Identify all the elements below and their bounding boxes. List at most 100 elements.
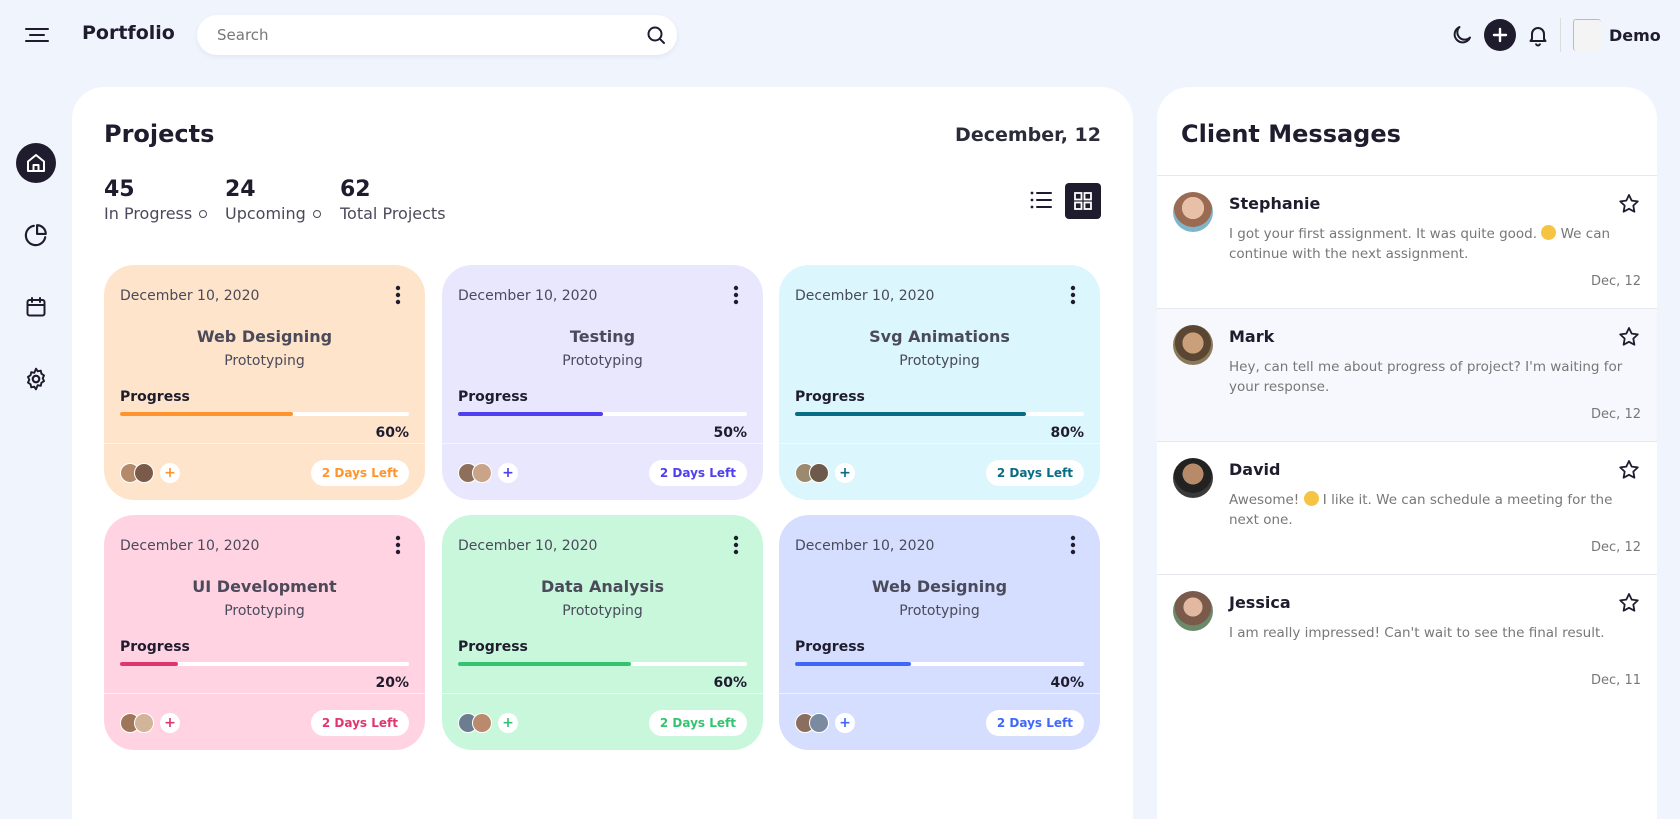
days-left-badge: 2 Days Left [310, 710, 409, 736]
add-participant-button[interactable]: + [835, 463, 855, 483]
header-divider [1560, 18, 1561, 52]
card-subtitle: Prototyping [562, 353, 643, 369]
list-icon [1030, 191, 1052, 209]
grid-view-button[interactable] [1065, 183, 1101, 219]
stat-in-progress: 45 In Progress [104, 177, 208, 223]
message-text: I got your first assignment. It was quit… [1229, 226, 1538, 242]
notification-bell-icon[interactable] [1522, 19, 1554, 51]
participants: + [120, 713, 180, 733]
progress-track [795, 412, 1084, 416]
menu-icon[interactable] [22, 22, 52, 48]
add-participant-button[interactable]: + [498, 713, 518, 733]
sidebar-item-chart[interactable] [16, 215, 56, 255]
project-card[interactable]: December 10, 2020 UI Development Prototypi… [104, 515, 425, 750]
status-dot-icon [312, 209, 321, 218]
project-card[interactable]: December 10, 2020 Data Analysis Prototypin… [442, 515, 763, 750]
progress-label: Progress [458, 389, 528, 405]
progress-bar-fill [120, 662, 178, 666]
stat-label-wrap: Total Projects [340, 204, 446, 223]
more-options-icon[interactable] [725, 532, 747, 558]
star-icon[interactable] [1617, 591, 1641, 615]
progress-bar-fill [120, 412, 294, 416]
progress-track [120, 662, 409, 666]
projects-date: December, 12 [955, 124, 1101, 146]
more-options-icon[interactable] [387, 282, 409, 308]
project-card[interactable]: December 10, 2020 Web Designing Prototypin… [104, 265, 425, 500]
star-icon[interactable] [1617, 192, 1641, 216]
stat-label: Total Projects [340, 204, 446, 224]
star-icon[interactable] [1617, 325, 1641, 349]
progress-label: Progress [458, 639, 528, 655]
card-footer: +2 Days Left [104, 693, 425, 750]
progress-percent: 60% [713, 675, 747, 691]
progress-track [120, 412, 409, 416]
participants: + [120, 463, 180, 483]
message-item[interactable]: Mark Hey, can tell me about progress of p… [1157, 308, 1657, 441]
add-participant-button[interactable]: + [498, 463, 518, 483]
pie-chart-icon [24, 224, 47, 247]
stat-total-projects: 62 Total Projects [340, 177, 446, 223]
progress-track [795, 662, 1084, 666]
message-item[interactable]: Jessica I am really impressed! Can't wait… [1157, 574, 1657, 707]
message-text: Hey, can tell me about progress of proje… [1229, 359, 1623, 395]
message-date: Dec, 11 [1591, 673, 1641, 688]
status-dot-icon [199, 209, 208, 218]
project-card[interactable]: December 10, 2020 Svg Animations Prototypi… [779, 265, 1100, 500]
emoji-icon [1541, 225, 1557, 240]
sidebar-item-home[interactable] [16, 143, 56, 183]
avatar[interactable] [1173, 458, 1213, 498]
days-left-badge: 2 Days Left [985, 710, 1084, 736]
progress-label: Progress [795, 389, 865, 405]
participants: + [458, 463, 518, 483]
days-left-badge: 2 Days Left [648, 710, 747, 736]
projects-title: Projects [104, 120, 215, 148]
add-project-button[interactable] [1484, 19, 1516, 51]
participants: + [795, 713, 855, 733]
search-icon[interactable] [645, 24, 667, 46]
card-subtitle: Prototyping [224, 603, 305, 619]
search-input[interactable] [217, 15, 617, 55]
more-options-icon[interactable] [1062, 282, 1084, 308]
add-participant-button[interactable]: + [835, 713, 855, 733]
card-subtitle: Prototyping [899, 353, 980, 369]
avatar[interactable] [1173, 192, 1213, 232]
avatar[interactable] [1173, 325, 1213, 365]
message-item[interactable]: David Awesome! I like it. We can schedule… [1157, 441, 1657, 574]
progress-percent: 60% [375, 425, 409, 441]
avatar[interactable] [1173, 591, 1213, 631]
project-card[interactable]: December 10, 2020 Web Designing Prototypin… [779, 515, 1100, 750]
card-footer: +2 Days Left [104, 443, 425, 500]
add-participant-button[interactable]: + [160, 463, 180, 483]
message-sender: Stephanie [1229, 194, 1321, 213]
progress-label: Progress [120, 639, 190, 655]
message-text: Awesome! [1229, 492, 1300, 508]
plus-icon [1492, 27, 1508, 43]
add-participant-button[interactable]: + [160, 713, 180, 733]
star-icon[interactable] [1617, 458, 1641, 482]
message-date: Dec, 12 [1591, 274, 1641, 289]
avatar [809, 463, 829, 483]
more-options-icon[interactable] [1062, 532, 1084, 558]
card-date: December 10, 2020 [458, 288, 598, 304]
progress-percent: 40% [1050, 675, 1084, 691]
sidebar-item-calendar[interactable] [16, 287, 56, 327]
project-card[interactable]: December 10, 2020 Testing Prototyping Progr… [442, 265, 763, 500]
dark-mode-moon-icon[interactable] [1446, 19, 1478, 51]
message-item[interactable]: Stephanie I got your first assignment. It… [1157, 175, 1657, 308]
list-view-button[interactable] [1024, 183, 1058, 217]
stat-number: 62 [340, 177, 371, 202]
card-date: December 10, 2020 [795, 288, 935, 304]
progress-track [458, 412, 747, 416]
profile-button[interactable]: Demo [1573, 18, 1661, 52]
card-date: December 10, 2020 [120, 538, 260, 554]
card-date: December 10, 2020 [458, 538, 598, 554]
message-sender: Jessica [1229, 593, 1291, 612]
more-options-icon[interactable] [387, 532, 409, 558]
card-footer: +2 Days Left [442, 443, 763, 500]
message-date: Dec, 12 [1591, 407, 1641, 422]
more-options-icon[interactable] [725, 282, 747, 308]
progress-percent: 20% [375, 675, 409, 691]
progress-bar-fill [458, 412, 603, 416]
sidebar-item-settings[interactable] [16, 359, 56, 399]
card-subtitle: Prototyping [224, 353, 305, 369]
